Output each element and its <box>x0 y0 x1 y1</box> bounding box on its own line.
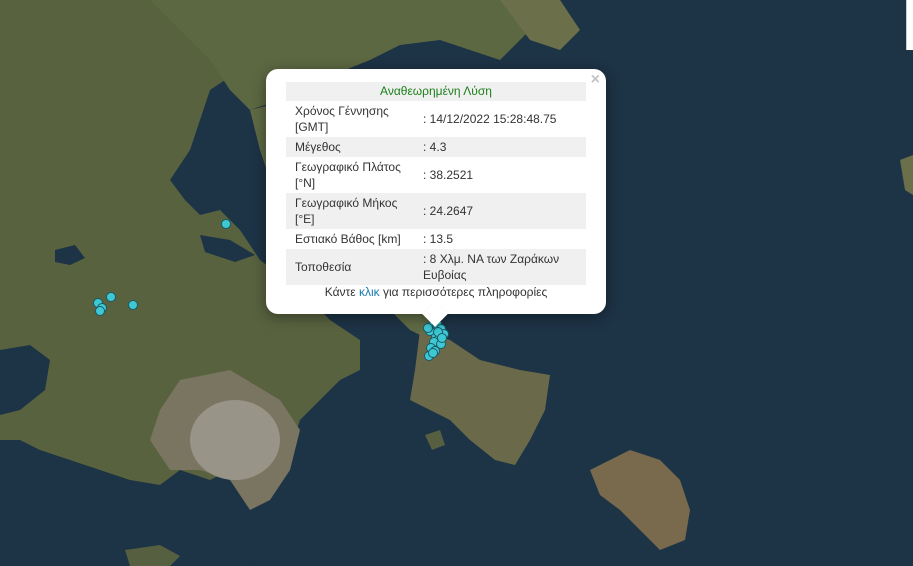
earthquake-marker-icon[interactable] <box>423 323 433 333</box>
earthquake-marker-icon[interactable] <box>428 348 438 358</box>
more-suffix: για περισσότερες πληροφορίες <box>382 285 548 299</box>
time-value: : 14/12/2022 15:28:48.75 <box>423 112 557 126</box>
magnitude-value: : 4.3 <box>417 137 586 157</box>
more-info-line: Κάντε κλικ για περισσότερες πληροφορίες <box>266 285 606 299</box>
more-prefix: Κάντε <box>324 285 356 299</box>
close-icon[interactable]: × <box>591 71 600 89</box>
earthquake-marker-icon[interactable] <box>95 306 105 316</box>
latitude-value: : 38.2521 <box>423 168 474 182</box>
magnitude-label: Μέγεθος <box>286 137 418 157</box>
more-info-link[interactable]: κλικ <box>359 285 380 299</box>
earthquake-info-popup: × Αναθεωρημένη Λύση Χρόνος Γέννησης [GMT… <box>266 69 606 327</box>
earthquake-details-table: Χρόνος Γέννησης [GMT] : 14/12/2022 15:28… <box>286 101 586 285</box>
table-row: Τοποθεσία : 8 Χλμ. ΝΑ των Ζαράκων Ευβοία… <box>286 249 586 285</box>
longitude-label: Γεωγραφικό Μήκος [°E] <box>286 193 418 229</box>
depth-label: Εστιακό Βάθος [km] <box>295 232 401 246</box>
depth-value: : 13.5 <box>423 232 454 246</box>
table-row: Γεωγραφικό Μήκος [°E] : 24.2647 <box>286 193 586 229</box>
athens-urban-area <box>190 400 280 480</box>
table-row: Χρόνος Γέννησης [GMT] : 14/12/2022 15:28… <box>286 101 586 137</box>
earthquake-marker-icon[interactable] <box>437 333 447 343</box>
popup-title: Αναθεωρημένη Λύση <box>286 82 586 101</box>
map-zoom-control[interactable] <box>906 0 913 50</box>
latitude-label: Γεωγραφικό Πλάτος [°N] <box>295 160 401 190</box>
table-row: Μέγεθος : 4.3 <box>286 137 586 157</box>
location-label: Τοποθεσία <box>286 249 418 285</box>
time-label: Χρόνος Γέννησης [GMT] <box>295 104 389 134</box>
earthquake-marker-icon[interactable] <box>221 219 231 229</box>
longitude-value: : 24.2647 <box>417 193 586 229</box>
earthquake-marker-icon[interactable] <box>106 292 116 302</box>
location-value: : 8 Χλμ. ΝΑ των Ζαράκων Ευβοίας <box>417 249 586 285</box>
table-row: Γεωγραφικό Πλάτος [°N] : 38.2521 <box>286 157 586 193</box>
table-row: Εστιακό Βάθος [km] : 13.5 <box>286 229 586 249</box>
earthquake-marker-icon[interactable] <box>128 300 138 310</box>
